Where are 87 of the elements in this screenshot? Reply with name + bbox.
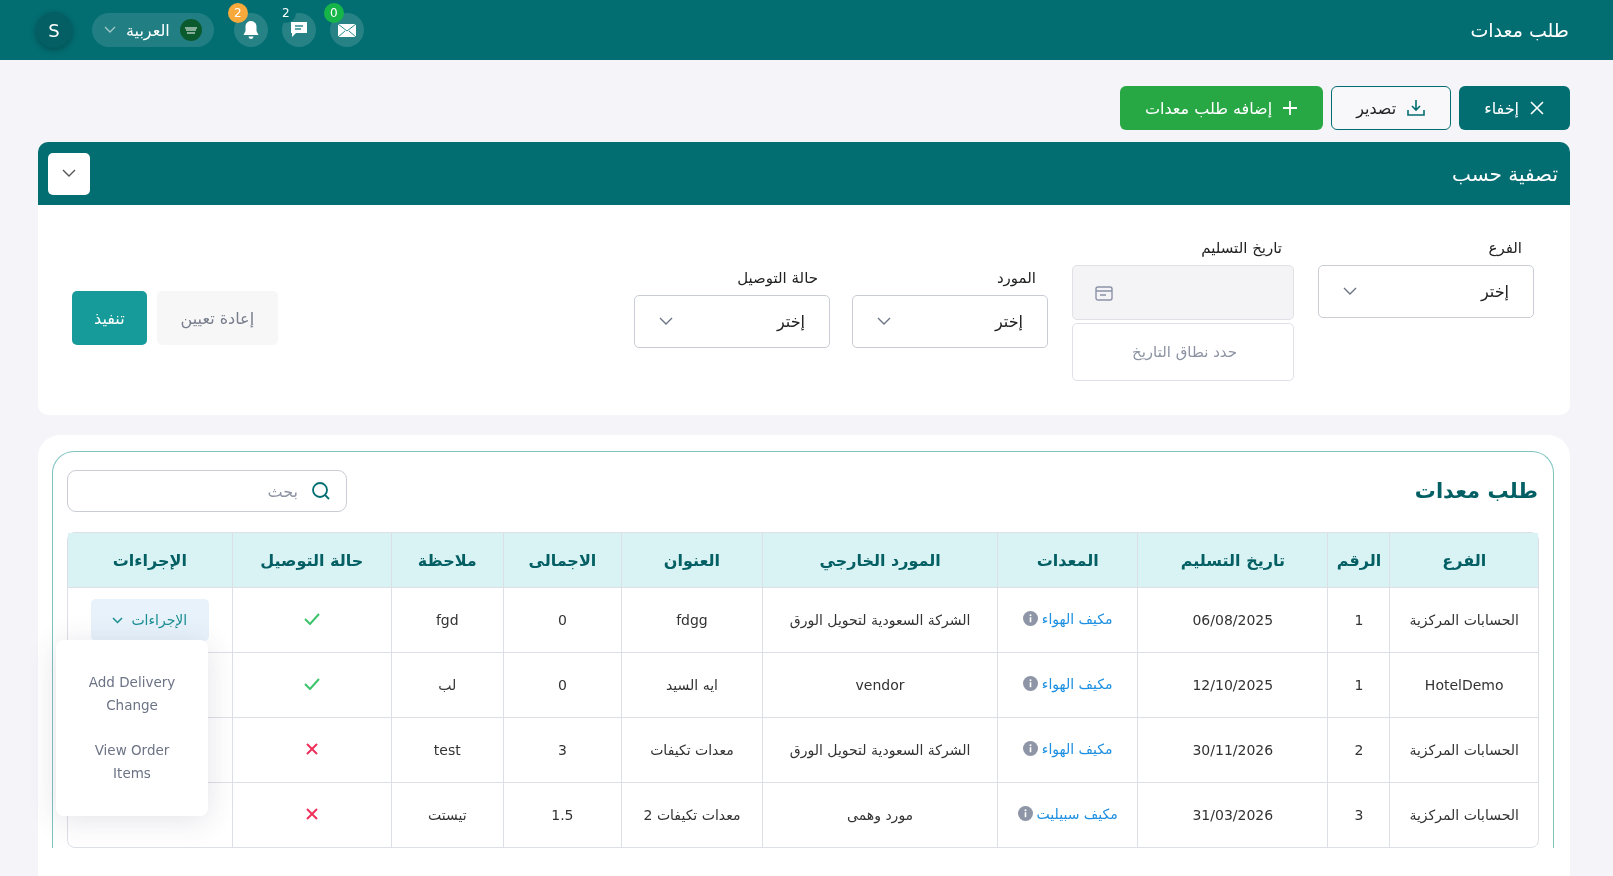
add-button[interactable]: إضافه طلب معدات <box>1119 86 1324 130</box>
table-cell: 1.5 <box>503 782 622 847</box>
equipment-link[interactable]: مكيف الهواء <box>1041 610 1113 627</box>
table-cell: لب <box>391 652 504 718</box>
table-cell: 12/10/2025 <box>1137 652 1328 718</box>
chevron-down-icon <box>104 26 116 34</box>
table-cell: الحسابات المركزية <box>1389 782 1538 847</box>
column-header: المعدات <box>997 533 1138 588</box>
search-icon <box>311 481 331 501</box>
table-cell: 31/03/2026 <box>1137 782 1328 847</box>
table-cell: 30/11/2026 <box>1137 717 1328 783</box>
collapse-button[interactable] <box>48 152 90 195</box>
table-cell: fgd <box>391 587 504 653</box>
table-cell: 2 <box>1327 717 1390 783</box>
column-header: الاجمالى <box>503 533 622 588</box>
table-cell: HotelDemo <box>1389 652 1538 718</box>
search-field[interactable]: بحث <box>67 470 347 512</box>
close-icon <box>1529 100 1545 116</box>
column-header: تاريخ التسليم <box>1137 533 1328 588</box>
info-icon <box>1022 676 1038 692</box>
filter-title: تصفية حسب <box>1452 161 1558 186</box>
table-cell: fdgg <box>621 587 763 653</box>
info-icon <box>1017 806 1033 822</box>
user-avatar[interactable]: S <box>36 12 72 48</box>
column-header: ملاحظة <box>391 533 504 588</box>
count-badge: 0 <box>323 3 344 23</box>
table-cell: الحسابات المركزية <box>1389 717 1538 783</box>
table-cell: معدات تكيفات <box>621 717 763 783</box>
table-cell: 3 <box>503 717 622 783</box>
table-cell: الشركة السعودية لتحويل الورق <box>762 587 998 653</box>
language-select[interactable]: العربية <box>92 13 214 47</box>
table-cell: الحسابات المركزية <box>1389 587 1538 653</box>
table-cell: 3 <box>1327 782 1390 847</box>
column-header: الرقم <box>1327 533 1390 588</box>
download-icon <box>1406 99 1427 117</box>
table-cell: 1 <box>1327 652 1390 718</box>
table-cell: vendor <box>762 652 998 718</box>
info-icon <box>1022 611 1038 627</box>
info-icon <box>1022 741 1038 757</box>
table-cell: 0 <box>503 652 622 718</box>
field-label: حالة التوصيل <box>736 269 819 287</box>
field-label: المورد <box>995 269 1037 287</box>
table-cell: 06/08/2025 <box>1137 587 1328 653</box>
equipment-link[interactable]: مكيف الهواء <box>1041 675 1113 692</box>
export-button[interactable]: تصدير <box>1331 86 1452 130</box>
flag-icon <box>179 19 202 41</box>
chat-icon <box>288 21 309 39</box>
select-field[interactable]: إختر <box>1318 265 1534 318</box>
apply-button[interactable]: تنفيذ <box>72 291 147 345</box>
table-cell: تيستت <box>391 782 504 847</box>
column-header: الإجراءات <box>68 533 233 588</box>
table-cell: الشركة السعودية لتحويل الورق <box>762 717 998 783</box>
count-badge: 2 <box>227 3 248 23</box>
table-cell: ايه السيد <box>621 652 763 718</box>
table-cell: 0 <box>503 587 622 653</box>
date-range-field[interactable]: حدد نطاق التاريخ <box>1072 323 1294 381</box>
column-header: حالة التوصيل <box>232 533 392 588</box>
chevron-down-icon <box>1343 287 1357 296</box>
plus-icon <box>1282 100 1299 116</box>
select-field[interactable]: إختر <box>852 295 1048 348</box>
column-header: الفرع <box>1389 533 1538 588</box>
actions-dropdown[interactable]: الإجراءات <box>90 599 209 641</box>
chevron-down-icon <box>659 317 673 326</box>
equipment-link[interactable]: مكيف سبيليت <box>1036 805 1118 822</box>
table-cell: مورد وهمى <box>762 782 998 847</box>
column-header: العنوان <box>621 533 763 588</box>
calendar-icon <box>1095 284 1113 301</box>
date-field[interactable] <box>1072 265 1294 320</box>
table-cell: 1 <box>1327 587 1390 653</box>
chevron-down-icon <box>112 616 124 624</box>
chevron-down-icon <box>877 317 891 326</box>
field-label: الفرع <box>1487 239 1523 257</box>
bell-icon <box>241 20 260 40</box>
select-field[interactable]: إختر <box>634 295 830 348</box>
table-cell: معدات تكيفات 2 <box>621 782 763 847</box>
table-title: طلب معدات <box>1414 479 1538 503</box>
chevron-icon <box>62 169 76 178</box>
equipment-link[interactable]: مكيف الهواء <box>1041 740 1113 757</box>
envelope-icon <box>336 22 357 38</box>
menu-item[interactable]: View Order Items <box>56 739 208 785</box>
column-header: المورد الخارجي <box>762 533 998 588</box>
reset-button[interactable]: إعادة تعيين <box>156 291 279 345</box>
field-label: تاريخ التسليم <box>1200 239 1283 257</box>
table-cell: test <box>391 717 504 783</box>
page-title: طلب معدات <box>1470 19 1569 41</box>
menu-item[interactable]: Add Delivery Change <box>56 671 208 717</box>
hide-button[interactable]: إخفاء <box>1459 86 1570 130</box>
